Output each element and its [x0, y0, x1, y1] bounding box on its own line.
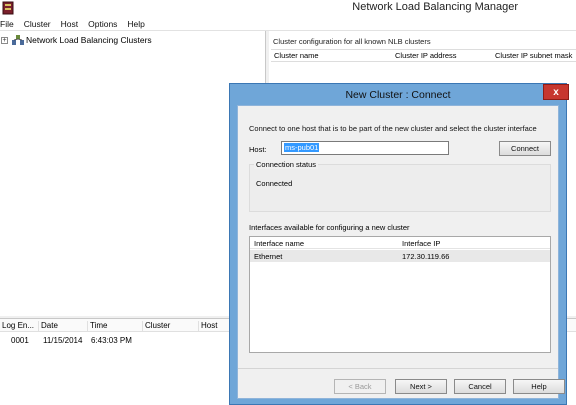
column-interface-ip[interactable]: Interface IP	[402, 239, 440, 248]
close-icon[interactable]: x	[543, 84, 569, 100]
interfaces-list-header: Interface name Interface IP	[250, 237, 550, 249]
menu-host[interactable]: Host	[56, 17, 83, 31]
tree-expand-toggle[interactable]: +	[1, 37, 8, 44]
host-input-value: ms-pub01	[284, 143, 320, 152]
menu-help[interactable]: Help	[122, 17, 149, 31]
interfaces-list[interactable]: Interface name Interface IP Ethernet 172…	[249, 236, 551, 353]
host-input[interactable]: ms-pub01	[281, 141, 449, 155]
cancel-button[interactable]: Cancel	[454, 379, 506, 394]
dialog-title: New Cluster : Connect	[345, 89, 451, 101]
log-entry-date: 11/15/2014	[43, 336, 83, 345]
cluster-config-caption: Cluster configuration for all known NLB …	[273, 37, 431, 46]
connection-status-group: Connection status Connected	[249, 160, 551, 212]
log-column-entry[interactable]: Log En...	[0, 321, 34, 332]
log-column-host[interactable]: Host	[198, 321, 217, 332]
interface-ip: 172.30.119.66	[402, 252, 450, 261]
log-column-date[interactable]: Date	[38, 321, 58, 332]
main-title-bar: Network Load Balancing Manager	[0, 0, 576, 17]
column-cluster-ip[interactable]: Cluster IP address	[395, 51, 457, 60]
cluster-table-header: Cluster name Cluster IP address Cluster …	[271, 49, 576, 62]
connect-button[interactable]: Connect	[499, 141, 551, 156]
dialog-separator	[238, 368, 558, 369]
dialog-title-bar[interactable]: New Cluster : Connect	[230, 84, 566, 105]
interface-row[interactable]: Ethernet 172.30.119.66	[250, 250, 550, 262]
connection-status-label: Connection status	[254, 160, 319, 169]
log-column-cluster[interactable]: Cluster	[142, 321, 170, 332]
next-button[interactable]: Next >	[395, 379, 447, 394]
log-column-time[interactable]: Time	[87, 321, 107, 332]
back-button[interactable]: < Back	[334, 379, 386, 394]
interface-name: Ethernet	[254, 252, 283, 261]
column-interface-name[interactable]: Interface name	[254, 239, 304, 248]
tree-item-nlb-clusters[interactable]: Network Load Balancing Clusters	[26, 35, 152, 45]
column-cluster-name[interactable]: Cluster name	[274, 51, 319, 60]
cluster-icon	[12, 35, 24, 45]
new-cluster-connect-dialog: New Cluster : Connect x Connect to one h…	[229, 83, 569, 405]
dialog-instruction: Connect to one host that is to be part o…	[249, 124, 537, 133]
cluster-tree-pane: + Network Load Balancing Clusters	[0, 31, 266, 316]
connection-status-text: Connected	[256, 179, 293, 188]
window-title: Network Load Balancing Manager	[352, 1, 518, 13]
host-label: Host:	[249, 145, 267, 154]
help-button[interactable]: Help	[513, 379, 565, 394]
log-entry-number: 0001	[11, 336, 29, 345]
interfaces-label: Interfaces available for configuring a n…	[249, 223, 410, 232]
menu-bar: File Cluster Host Options Help	[0, 17, 576, 31]
column-cluster-subnet[interactable]: Cluster IP subnet mask	[495, 51, 572, 60]
menu-cluster[interactable]: Cluster	[19, 17, 56, 31]
dialog-body: Connect to one host that is to be part o…	[237, 105, 565, 399]
menu-file[interactable]: File	[0, 17, 19, 31]
log-entry-time: 6:43:03 PM	[91, 336, 132, 345]
menu-options[interactable]: Options	[83, 17, 122, 31]
